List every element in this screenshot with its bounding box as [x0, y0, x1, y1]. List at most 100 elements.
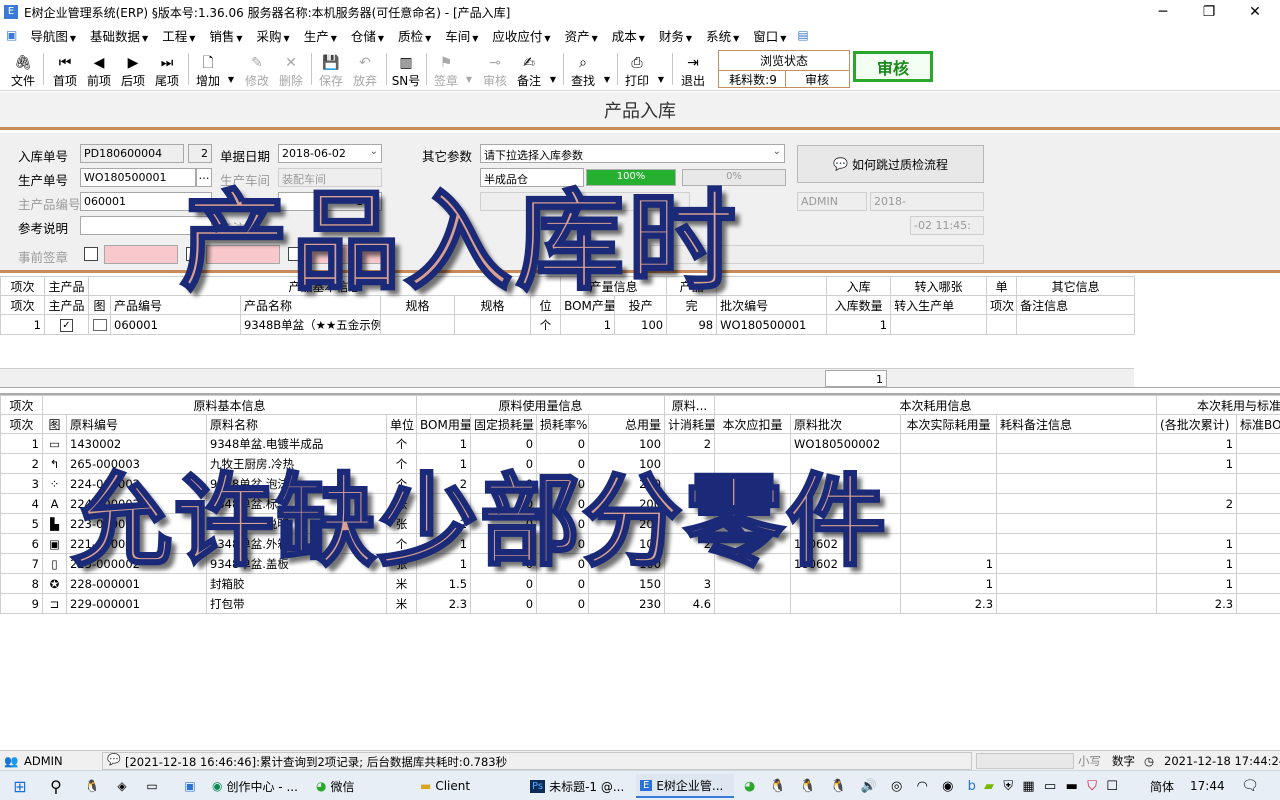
wechat-tray-icon[interactable]: ◕ [744, 779, 755, 794]
image-cell[interactable] [88, 314, 111, 335]
menu-production[interactable]: 生产 ▼ [297, 26, 344, 45]
cell[interactable]: 224-000002 [66, 493, 207, 514]
cell[interactable]: 9348单盆.泡沫 [206, 473, 387, 494]
production-workshop-field[interactable]: 装配车间 [278, 168, 382, 187]
cell[interactable]: 9348单盆.标签 [206, 493, 387, 514]
cell[interactable] [996, 493, 1158, 514]
material-image-icon[interactable]: ↰ [42, 453, 67, 474]
next-record-button[interactable]: ▶ 后项 [118, 49, 148, 89]
cell[interactable]: 0 [536, 433, 590, 454]
cell[interactable]: 100 [588, 553, 666, 574]
cell[interactable]: WO180500001 [716, 314, 828, 335]
restore-button[interactable]: ❐ [1186, 0, 1232, 24]
cell[interactable]: 9348单盆.电镀半成品 [206, 433, 387, 454]
cell[interactable]: 9348单盆.外箱 [206, 533, 387, 554]
qq-tray-icon[interactable]: 🐧 [800, 779, 816, 794]
cell[interactable] [714, 573, 792, 594]
cell[interactable]: 1 [1156, 573, 1238, 594]
table-row[interactable]: 4 A 224-000002 9348单盆.标签张 2 0 0 200 2 [0, 493, 1280, 514]
cell[interactable] [900, 473, 998, 494]
note-dropdown-button[interactable]: ▼ [548, 49, 558, 89]
cell[interactable]: 224-000002 [66, 473, 207, 494]
cell[interactable]: 0 [536, 573, 590, 594]
cell[interactable]: 265-000003 [66, 453, 207, 474]
cell[interactable]: 223-000002 [66, 513, 207, 534]
find-dropdown-button[interactable]: ▼ [602, 49, 612, 89]
cell[interactable]: 7 [0, 553, 43, 574]
qq-tray-icon[interactable]: 🐧 [830, 779, 846, 794]
cell[interactable] [790, 573, 902, 594]
cell[interactable]: 1 [416, 433, 472, 454]
presign-checkbox-3[interactable] [288, 247, 302, 261]
find-button[interactable]: ⌕ 查找 [568, 49, 598, 89]
menu-app-icon[interactable]: ▣ [0, 28, 23, 42]
menu-finance[interactable]: 财务 ▼ [652, 26, 699, 45]
cell[interactable]: 8 [0, 573, 43, 594]
cell[interactable]: 6 [0, 533, 43, 554]
cell[interactable] [714, 553, 792, 574]
sn-button[interactable]: ▥ SN号 [391, 49, 421, 89]
cell[interactable] [714, 513, 792, 534]
cell[interactable]: 150 [588, 573, 666, 594]
cell[interactable] [454, 314, 531, 335]
cell[interactable] [1016, 314, 1136, 335]
cell[interactable]: 9348B单盆（★★五金示例 [240, 314, 381, 335]
qq-tray-icon[interactable]: 🐧 [770, 779, 786, 794]
add-button[interactable]: 🗋 增加 [193, 49, 223, 89]
cell[interactable]: 1430002 [66, 433, 207, 454]
cell[interactable]: 0 [470, 493, 538, 514]
taskbar-app-photoshop[interactable]: Ps 未标题-1 @... [526, 774, 630, 798]
cell[interactable]: 0 [536, 473, 590, 494]
cell[interactable]: 2.3 [416, 593, 472, 614]
material-image-icon[interactable]: ▭ [42, 433, 67, 454]
approve-button[interactable]: 审核 [853, 51, 933, 82]
cell[interactable] [900, 533, 998, 554]
cell[interactable]: 0 [470, 453, 538, 474]
notification-icon[interactable]: 🗨 [1238, 774, 1262, 798]
cell[interactable] [1236, 453, 1280, 474]
date-field[interactable]: 2018-06-02 ⌄ [278, 144, 382, 163]
nvidia-icon[interactable]: ▰ [984, 779, 994, 794]
print-dropdown-button[interactable]: ▼ [656, 49, 666, 89]
cell[interactable]: 张 [385, 513, 418, 534]
cell[interactable] [996, 553, 1158, 574]
cell[interactable]: 个 [529, 314, 562, 335]
mcafee-icon[interactable]: ⛉ [1087, 779, 1097, 794]
app-icon[interactable]: ▭ [140, 774, 164, 798]
cell[interactable]: 2.3 [900, 593, 998, 614]
cell[interactable]: 1 [416, 553, 472, 574]
table-row[interactable]: 5 ▙ 223-000002 9348单盆.说明张 2 0 0 200 [0, 513, 1280, 534]
cell[interactable]: 5 [0, 513, 43, 534]
menu-navigation[interactable]: 导航图 ▼ [23, 26, 83, 45]
cell[interactable] [1236, 593, 1280, 614]
table-row[interactable]: 8 ✪ 228-000001 封箱胶米 1.5 0 0 150 3 1 1 [0, 573, 1280, 594]
cell[interactable]: 2 [416, 473, 472, 494]
presign-field-1[interactable] [104, 245, 178, 264]
cell[interactable] [900, 433, 998, 454]
security-icon[interactable]: ⛨ [1003, 779, 1013, 794]
cell[interactable]: 230 [588, 593, 666, 614]
network-icon[interactable]: ◉ [942, 779, 953, 794]
cell[interactable]: 1 [1156, 533, 1238, 554]
cell[interactable] [664, 493, 716, 514]
cell[interactable]: 9348单盆.盖板 [206, 553, 387, 574]
cell[interactable] [790, 453, 902, 474]
taskbar-app-creator[interactable]: ◉ 创作中心 - ... [208, 774, 306, 798]
cell[interactable]: 0 [470, 553, 538, 574]
onedrive-icon[interactable]: ☐ [1106, 779, 1118, 794]
skip-qc-help-button[interactable]: 💬 如何跳过质检流程 [797, 145, 984, 183]
cell[interactable]: 100 [588, 433, 666, 454]
cell[interactable]: 1 [900, 573, 998, 594]
cell[interactable]: 1 [416, 453, 472, 474]
cell[interactable]: 0 [536, 453, 590, 474]
menu-system[interactable]: 系统 ▼ [699, 26, 746, 45]
app-icon[interactable]: ▣ [178, 774, 202, 798]
wifi-icon[interactable]: ◠ [917, 779, 928, 794]
cell[interactable]: 1 [0, 433, 43, 454]
cell[interactable]: 9 [0, 593, 43, 614]
note-button[interactable]: ✍ 备注 [514, 49, 544, 89]
cell[interactable]: 米 [385, 573, 418, 594]
cell[interactable] [900, 513, 998, 534]
close-button[interactable]: ✕ [1232, 0, 1278, 24]
sign-button[interactable]: ⚑ 签章 [431, 49, 461, 89]
